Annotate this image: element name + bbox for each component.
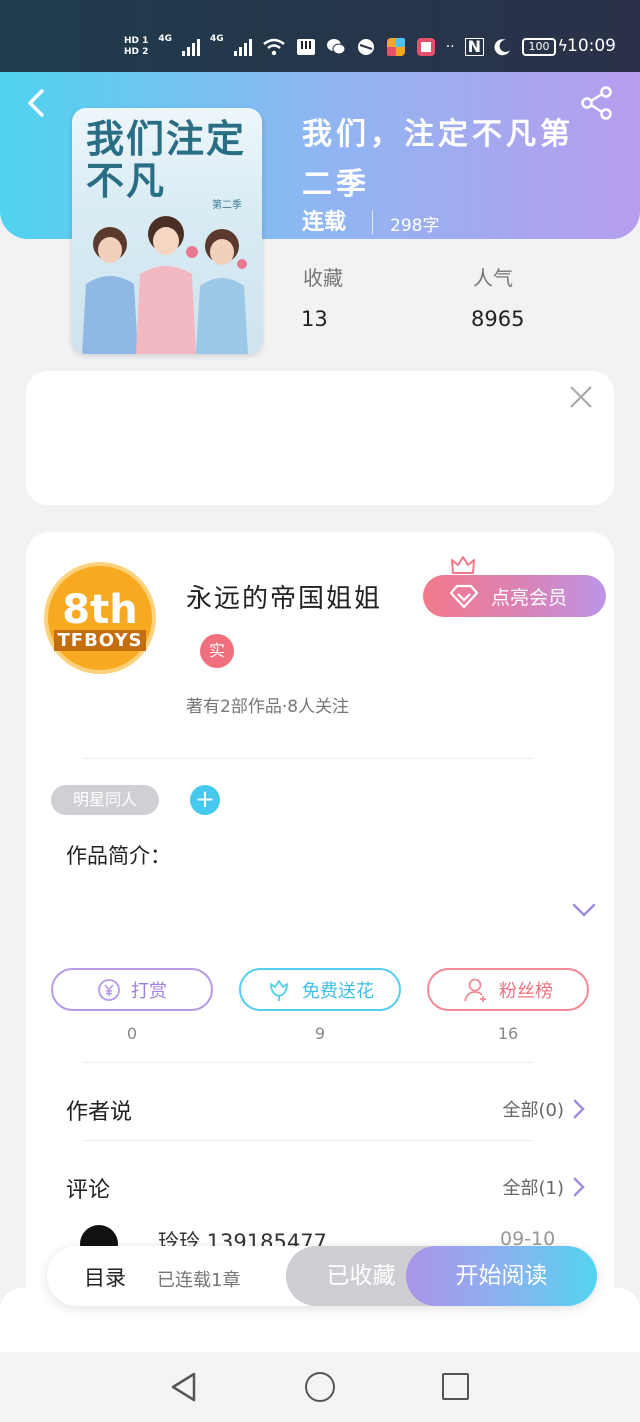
signal-icon-2 bbox=[233, 38, 252, 56]
nav-back-icon[interactable] bbox=[168, 1370, 200, 1404]
comments-all-link[interactable]: 全部(1) bbox=[503, 1174, 587, 1200]
chevron-down-icon[interactable] bbox=[570, 898, 598, 922]
fans-ranking-button[interactable]: 粉丝榜 bbox=[427, 968, 589, 1011]
flower-icon bbox=[270, 979, 288, 1001]
network-label-1: 4G bbox=[158, 34, 173, 44]
battery-icon: 100 bbox=[522, 38, 556, 56]
divider bbox=[82, 758, 534, 759]
popularity-label: 人气 bbox=[473, 266, 513, 290]
wechat-icon bbox=[326, 39, 346, 55]
close-icon[interactable] bbox=[568, 384, 594, 410]
verified-badge: 实 bbox=[200, 634, 234, 668]
crown-icon bbox=[451, 556, 475, 574]
tag-celebrity-fanfic[interactable]: 明星同人 bbox=[51, 785, 159, 815]
battery-level: 100 bbox=[528, 40, 550, 53]
favorites-label: 收藏 bbox=[303, 266, 343, 290]
author-avatar[interactable]: 8th TFBOYS bbox=[44, 562, 156, 674]
status-bar: HD 1 HD 2 4G 4G ·· N 100 ϟ 10:09 bbox=[0, 0, 640, 72]
status-divider bbox=[372, 210, 373, 234]
intro-label: 作品简介： bbox=[66, 844, 171, 868]
book-status: 连载 bbox=[302, 210, 347, 235]
ad-card bbox=[26, 371, 614, 505]
tip-label: 打赏 bbox=[131, 980, 167, 1002]
toc-button[interactable]: 目录 bbox=[84, 1262, 126, 1292]
chevron-right-icon bbox=[573, 1099, 585, 1119]
hd-indicator: HD 1 HD 2 bbox=[124, 36, 148, 58]
author-says-all-link[interactable]: 全部(0) bbox=[503, 1096, 587, 1122]
reader-app-icon bbox=[416, 38, 435, 56]
vip-label: 点亮会员 bbox=[491, 586, 568, 609]
nav-recent-icon[interactable] bbox=[442, 1373, 469, 1400]
logo-text: TFBOYS bbox=[53, 629, 147, 651]
status-time: 10:09 bbox=[567, 36, 616, 56]
chevron-right-icon bbox=[573, 1177, 585, 1197]
book-cover[interactable]: 我们注定不凡 第二季 bbox=[72, 108, 262, 354]
author-name[interactable]: 永远的帝国姐姐 bbox=[186, 578, 382, 615]
network-label-2: 4G bbox=[210, 34, 224, 44]
diamond-icon bbox=[449, 584, 479, 609]
book-title: 我们，注定不凡第二季 bbox=[302, 117, 574, 202]
book-word-count: 298字 bbox=[390, 216, 440, 236]
wifi-icon bbox=[262, 38, 285, 56]
divider bbox=[82, 1062, 534, 1063]
status-icons: HD 1 HD 2 4G 4G ·· N bbox=[124, 30, 512, 64]
hd2-label: HD 2 bbox=[123, 47, 149, 57]
nfc-icon: N bbox=[464, 38, 484, 56]
comments-count: 全部(1) bbox=[502, 1178, 565, 1199]
app-tile-icon bbox=[386, 38, 405, 56]
flower-label: 免费送花 bbox=[302, 980, 374, 1002]
yuan-icon bbox=[98, 978, 120, 1001]
more-dots-icon: ·· bbox=[445, 39, 455, 55]
cover-illustration bbox=[82, 216, 248, 354]
vip-button[interactable]: 点亮会员 bbox=[423, 575, 606, 617]
flower-count: 9 bbox=[314, 1024, 326, 1043]
browser-icon bbox=[357, 39, 374, 55]
tip-button[interactable]: 打赏 bbox=[51, 968, 213, 1011]
piano-app-icon bbox=[296, 39, 315, 55]
back-icon[interactable] bbox=[20, 86, 54, 120]
author-says-count: 全部(0) bbox=[502, 1100, 565, 1121]
logo-number: 8th bbox=[62, 586, 138, 633]
user-icon bbox=[464, 978, 486, 1002]
moon-icon bbox=[494, 39, 510, 56]
tip-count: 0 bbox=[126, 1024, 138, 1043]
author-says-title: 作者说 bbox=[66, 1100, 133, 1125]
favorites-value: 13 bbox=[301, 307, 328, 331]
flower-button[interactable]: 免费送花 bbox=[239, 968, 401, 1011]
divider bbox=[82, 1140, 534, 1141]
hd1-label: HD 1 bbox=[123, 36, 149, 46]
fans-label: 粉丝榜 bbox=[499, 980, 553, 1002]
author-meta: 著有2部作品·8人关注 bbox=[186, 697, 350, 717]
fans-count: 16 bbox=[497, 1024, 519, 1043]
nav-home-icon[interactable] bbox=[305, 1372, 335, 1402]
chapter-count: 已连载1章 bbox=[157, 1270, 241, 1291]
start-reading-button[interactable]: 开始阅读 bbox=[406, 1246, 597, 1306]
signal-icon bbox=[182, 38, 201, 56]
cover-title: 我们注定不凡 bbox=[86, 116, 247, 203]
add-tag-button[interactable]: + bbox=[190, 785, 220, 815]
comments-title: 评论 bbox=[66, 1178, 111, 1203]
popularity-value: 8965 bbox=[471, 307, 525, 331]
